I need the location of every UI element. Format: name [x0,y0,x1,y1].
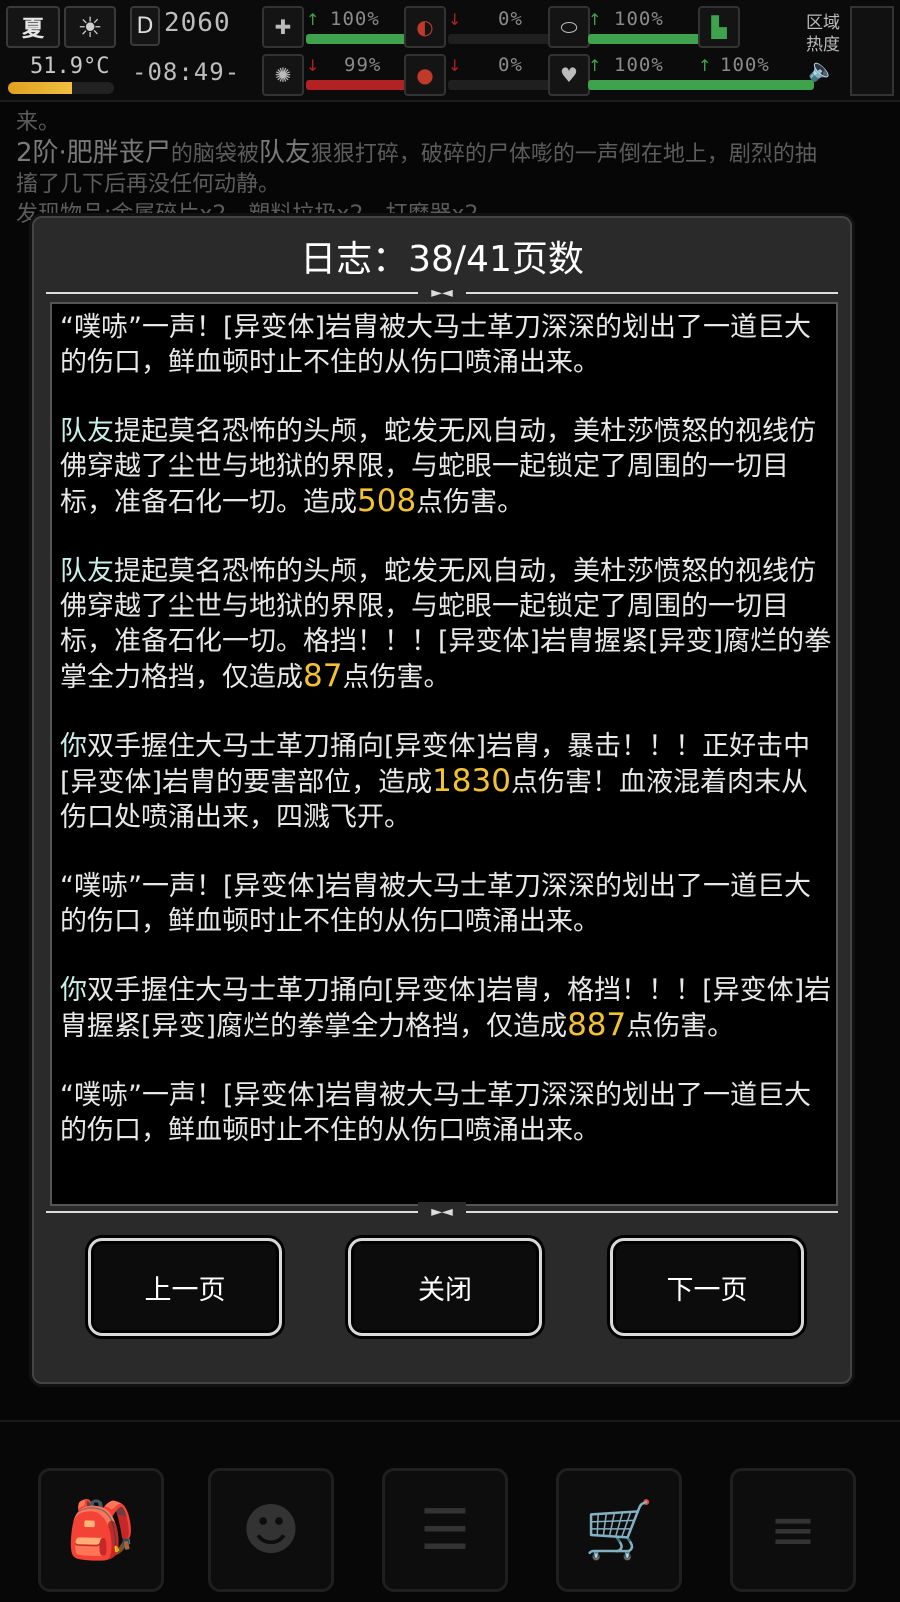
damage-number: 1830 [432,763,511,799]
damage-number: 887 [567,1007,627,1043]
stat-bar [588,34,704,44]
temperature-bar-fill [8,82,72,94]
log-entry: “噗哧”一声！[异变体]岩胄被大马士革刀深深的划出了一道巨大的伤口，鲜血顿时止不… [60,310,832,380]
season-label: 夏 [21,17,44,42]
stat-bar [448,80,564,90]
menu-list-icon[interactable]: ≡ [730,1468,856,1592]
heart-icon: ♥ [548,54,590,96]
divider-bottom: ►◄ [46,1202,838,1222]
pill-icon: ⬭ [548,6,590,48]
log-entry: 队友提起莫名恐怖的头颅，蛇发无风自动，美杜莎愤怒的视线仿佛穿越了尘世与地狱的界限… [60,554,832,695]
region-heat-label: 区域 热度 [806,12,846,56]
bg-log-line: 搐了几下后再没任何动静。 [16,172,281,197]
trend-arrow-icon: ↑ [306,10,320,29]
log-entry: 你双手握住大马士革刀捅向[异变体]岩胄，暴击！！！正好击中[异变体]岩胄的要害部… [60,729,832,835]
prev-page-button[interactable]: 上一页 [88,1238,282,1336]
temperature-bar [8,82,114,94]
temperature-readout: 51.9°C [30,54,110,79]
region-label: 区域 [806,13,840,33]
log-text: 点伤害。 [342,662,451,693]
stat-bar-fill [698,80,814,90]
day-counter: 2060 [164,8,231,38]
actor-name: 你 [60,731,87,762]
stat-value: 100% [614,54,664,76]
bg-log-text: 狠狠打碎，破碎的尸体嘭的一声倒在地上，剧烈的抽 [310,142,817,167]
stat-value: 99% [344,54,382,76]
dialog-title: 日志：38/41页数 [300,239,584,280]
damage-number: 508 [357,483,417,519]
bottom-nav: 🎒 ☻ ☰ 🛒 ≡ [0,1420,900,1602]
actor-name: 队友 [60,556,114,587]
region-heat-meter [850,6,894,96]
log-entry: “噗哧”一声！[异变体]岩胄被大马士革刀深深的划出了一道巨大的伤口，鲜血顿时止不… [60,869,832,939]
stat-bar [588,80,704,90]
trend-arrow-icon: ↑ [588,56,602,75]
bg-log-ally: 队友 [258,138,311,168]
stat-value: 100% [330,8,380,30]
stat-value: 0% [498,8,523,30]
divider-ornament: ►◄ [418,1202,466,1222]
water-drop-icon: ● [404,54,446,96]
log-panel[interactable]: “噗哧”一声！[异变体]岩胄被大马士革刀深深的划出了一道巨大的伤口，鲜血顿时止不… [50,302,838,1206]
bg-log-text: 的脑袋被 [170,142,259,167]
status-bar: 夏 ☀ 51.9°C D 2060 -08:49- ✚ ↑ 100% ◐ ↓ 0% ⬭ ↑ 10… [0,0,900,102]
log-entries: “噗哧”一声！[异变体]岩胄被大马士革刀深深的划出了一道巨大的伤口，鲜血顿时止不… [60,310,832,1182]
log-text: “噗哧”一声！[异变体]岩胄被大马士革刀深深的划出了一道巨大的伤口，鲜血顿时止不… [60,871,812,937]
trend-arrow-icon: ↓ [448,56,462,75]
stat-bar-fill [588,80,704,90]
stat-bar [448,34,564,44]
boot-icon: ▙ [698,6,740,48]
log-dialog: 日志：38/41页数 ►◄ “噗哧”一声！[异变体]岩胄被大马士革刀深深的划出了… [32,216,852,1384]
next-page-button[interactable]: 下一页 [610,1238,804,1336]
trend-arrow-icon: ↑ [588,10,602,29]
backpack-icon[interactable]: 🎒 [38,1468,164,1592]
log-entry: 你双手握住大马士革刀捅向[异变体]岩胄，格挡！！！[异变体]岩胄握紧[异变]腐烂… [60,973,832,1044]
log-text: 点伤害。 [626,1011,735,1042]
shopping-cart-icon[interactable]: 🛒 [556,1468,682,1592]
background-game-log: 来。 2阶·肥胖丧尸的脑袋被队友狠狠打碎，破碎的尸体嘭的一声倒在地上，剧烈的抽 … [16,108,886,230]
brain-profile-icon[interactable]: ☻ [208,1468,334,1592]
log-entry: 队友提起莫名恐怖的头颅，蛇发无风自动，美杜莎愤怒的视线仿佛穿越了尘世与地狱的界限… [60,414,832,520]
brain-icon: ✺ [262,54,304,96]
stat-bar-fill [588,34,704,44]
bg-log-line: 2阶·肥胖丧尸的脑袋被队友狠狠打碎，破碎的尸体嘭的一声倒在地上，剧烈的抽 [16,138,886,170]
notebook-icon[interactable]: ☰ [382,1468,508,1592]
log-text: “噗哧”一声！[异变体]岩胄被大马士革刀深深的划出了一道巨大的伤口，鲜血顿时止不… [60,312,812,378]
log-text: 点伤害。 [416,487,525,518]
medkit-icon: ✚ [262,6,304,48]
stat-bar [698,80,814,90]
log-entry: “噗哧”一声！[异变体]岩胄被大马士革刀深深的划出了一道巨大的伤口，鲜血顿时止不… [60,1078,832,1148]
trend-arrow-icon: ↓ [306,56,320,75]
close-button[interactable]: 关闭 [348,1238,542,1336]
bg-log-enemy: 2阶·肥胖丧尸 [16,138,171,168]
day-icon: D [130,6,160,46]
actor-name: 队友 [60,416,114,447]
sun-icon: ☀ [64,6,116,48]
stat-value: 100% [720,54,770,76]
speaker-icon[interactable]: 🔈 [808,58,835,83]
log-text: “噗哧”一声！[异变体]岩胄被大马士革刀深深的划出了一道巨大的伤口，鲜血顿时止不… [60,1080,812,1146]
bg-log-line: 来。 [16,110,61,135]
trend-arrow-icon: ↑ [698,56,712,75]
damage-number: 87 [303,658,343,694]
stat-value: 100% [614,8,664,30]
trend-arrow-icon: ↓ [448,10,462,29]
divider-top: ►◄ [46,283,838,303]
divider-ornament: ►◄ [418,283,466,303]
stat-value: 0% [498,54,523,76]
heat-label: 热度 [806,35,840,55]
clock-readout: -08:49- [132,58,241,86]
stomach-icon: ◐ [404,6,446,48]
season-badge: 夏 [6,6,60,48]
actor-name: 你 [60,975,87,1006]
